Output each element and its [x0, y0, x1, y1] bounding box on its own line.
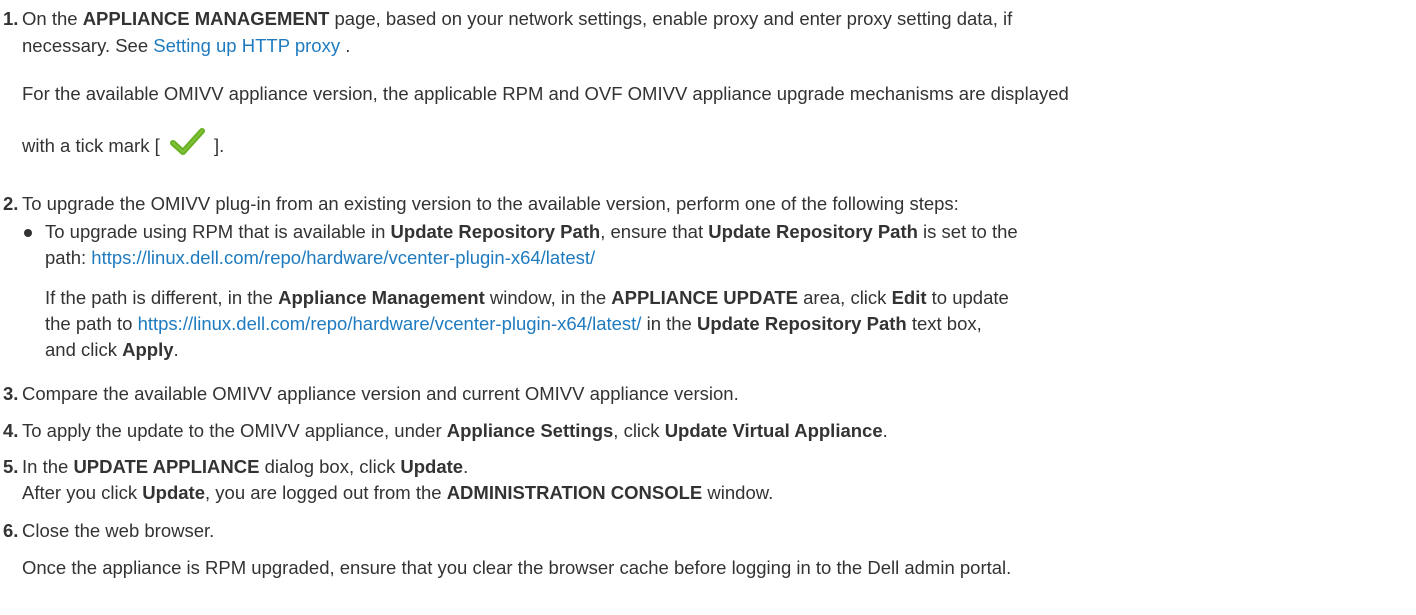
step-2-note-line-3: and click Apply. [45, 339, 179, 360]
step-2-bullet-line-2: path: https://linux.dell.com/repo/hardwa… [45, 247, 596, 268]
step-1-line-2: necessary. See Setting up HTTP proxy . [22, 35, 351, 56]
step-2-bullet-line-1: To upgrade using RPM that is available i… [45, 221, 1018, 242]
step-1-line-1: On the APPLIANCE MANAGEMENT page, based … [22, 8, 1013, 29]
step-2-text: To upgrade the OMIVV plug-in from an exi… [22, 193, 959, 214]
step-6-number: 6. [3, 520, 19, 541]
step-5-number: 5. [3, 456, 19, 477]
step-3-text: Compare the available OMIVV appliance ve… [22, 383, 739, 404]
step-1-para-1: For the available OMIVV appliance versio… [22, 83, 1069, 104]
step-5-line-2: After you click Update, you are logged o… [22, 482, 774, 503]
check-mark-icon [169, 128, 205, 155]
repository-url-link-2[interactable]: https://linux.dell.com/repo/hardware/vce… [138, 313, 642, 334]
step-2-note-line-2: the path to https://linux.dell.com/repo/… [45, 313, 982, 334]
step-6-note: Once the appliance is RPM upgraded, ensu… [22, 557, 1012, 578]
document: 1. On the APPLIANCE MANAGEMENT page, bas… [0, 0, 1416, 615]
bullet-dot [24, 229, 32, 237]
step-3-number: 3. [3, 383, 19, 404]
step-5-line-1: In the UPDATE APPLIANCE dialog box, clic… [22, 456, 469, 477]
step-2-note-line-1: If the path is different, in the Applian… [45, 287, 1009, 308]
step-4-number: 4. [3, 420, 19, 441]
setting-up-http-proxy-link[interactable]: Setting up HTTP proxy [153, 35, 340, 56]
step-6-text: Close the web browser. [22, 520, 215, 541]
step-2-number: 2. [3, 193, 19, 214]
step-1-number: 1. [3, 8, 19, 29]
step-4-text: To apply the update to the OMIVV applian… [22, 420, 888, 441]
repository-url-link[interactable]: https://linux.dell.com/repo/hardware/vce… [91, 247, 595, 268]
step-1-para-2: with a tick mark [ ]. [22, 128, 224, 157]
